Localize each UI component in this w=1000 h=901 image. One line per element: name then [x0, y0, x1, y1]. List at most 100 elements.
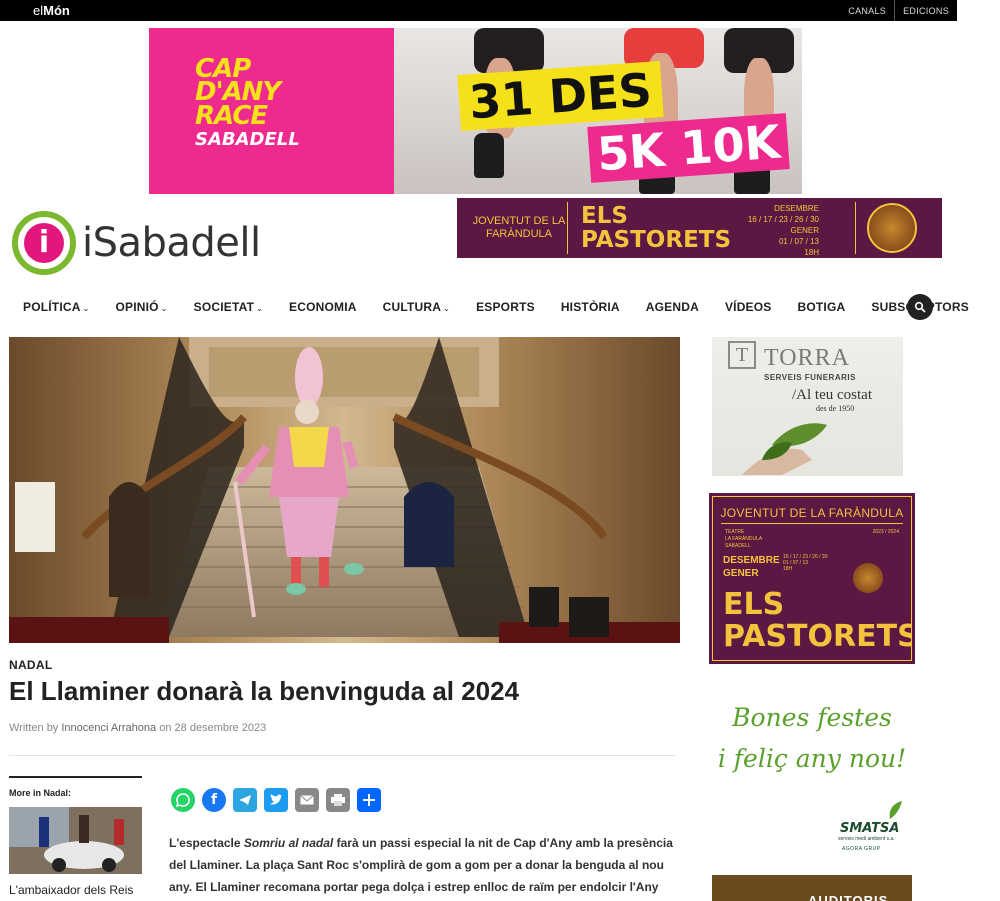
article-byline: Written by Innocenci Arrahona on 28 dese… — [9, 722, 266, 734]
article-headline: El Llaminer donarà la benvinguda al 2024 — [9, 676, 520, 706]
pastorets-dates: DESEMBRE 16 / 17 / 23 / 26 / 30 GENER 01… — [727, 203, 819, 258]
logo-circle: i — [12, 211, 76, 275]
brand-prefix: el — [33, 3, 44, 18]
farandula-emblem-icon — [867, 203, 917, 253]
pastorets-title: ELS PASTORETS — [581, 204, 731, 252]
nav-label: OPINIÓ — [115, 300, 159, 314]
site-logo[interactable]: i iSabadell — [12, 211, 261, 275]
search-icon — [914, 301, 926, 313]
pastorets2-org: JOVENTUT DE LA FARÀNDULA — [720, 506, 904, 520]
days-hour: 18H — [783, 566, 793, 572]
elmon-logo[interactable]: elMón — [33, 3, 70, 18]
smatsa-greeting-line2: i feliç any nou! — [717, 744, 907, 773]
smatsa-logo: SMATSA — [840, 821, 900, 836]
site-name: iSabadell — [82, 220, 261, 266]
dates-line1: DESEMBRE — [774, 204, 819, 213]
related-article-title[interactable]: L'ambaixador dels Reis — [9, 883, 142, 898]
chevron-down-icon: ⌄ — [160, 304, 168, 313]
nav-item-politica[interactable]: POLÍTICA ⌄ — [23, 300, 90, 314]
related-article-thumbnail[interactable] — [9, 807, 142, 874]
nav-label: POLÍTICA — [23, 300, 81, 314]
twitter-icon[interactable] — [264, 788, 288, 812]
hero-illustration — [9, 337, 680, 643]
thumbnail-illustration — [9, 807, 142, 874]
race-logo-line3: RACE — [195, 100, 268, 131]
race-logo-line4: SABADELL — [195, 129, 300, 151]
chevron-down-icon: ⌄ — [256, 304, 264, 313]
pastorets-banner-ad[interactable]: JOVENTUT DE LA FARÀNDULA ELS PASTORETS D… — [457, 198, 942, 258]
pastorets-title-line2: PASTORETS — [581, 227, 732, 253]
top-link-canals[interactable]: CANALS — [840, 0, 894, 21]
race-banner-ad[interactable]: CAP D'ANY RACE SABADELL 31 DES 5K 10K — [149, 28, 802, 194]
byline-on: on — [159, 722, 172, 734]
torra-name: TORRA — [764, 345, 850, 371]
divider — [9, 755, 676, 756]
body-italic: Somriu al nadal — [243, 836, 334, 850]
hand-leaf-illustration — [742, 423, 827, 475]
smatsa-ad[interactable]: Bones festes i feliç any nou! SMATSA ser… — [712, 673, 912, 863]
dates-line3: GENER — [790, 226, 819, 235]
torra-sub: SERVEIS FUNERARIS — [764, 373, 856, 382]
race-logo: CAP D'ANY RACE SABADELL — [195, 56, 300, 151]
logo-letter: i — [24, 223, 64, 263]
print-icon[interactable] — [326, 788, 350, 812]
whatsapp-icon[interactable] — [171, 788, 195, 812]
torra-ad[interactable]: T TORRA SERVEIS FUNERARIS /Al teu costat… — [712, 337, 903, 476]
search-button[interactable] — [907, 294, 933, 320]
venue-line1: TEATRE — [725, 529, 745, 535]
nav-item-esports[interactable]: ESPORTS — [476, 300, 535, 314]
dates-line2: 16 / 17 / 23 / 26 / 30 — [747, 215, 819, 224]
nav-item-videos[interactable]: VÍDEOS — [725, 300, 772, 314]
nav-label: CULTURA — [382, 300, 442, 314]
divider — [721, 523, 903, 524]
nav-item-economia[interactable]: ECONOMIA — [289, 300, 357, 314]
top-links: CANALS EDICIONS — [840, 0, 957, 21]
torra-slogan: /Al teu costat — [792, 387, 872, 403]
more-in-section: More in Nadal: L'ambaixador dels Reis — [9, 776, 142, 898]
brand-bold: Món — [43, 3, 70, 18]
nav-item-botiga[interactable]: BOTIGA — [798, 300, 846, 314]
article-category[interactable]: NADAL — [9, 658, 53, 672]
pastorets2-title-line2: PASTORETS — [723, 619, 912, 654]
pastorets2-title-line1: ELS — [723, 587, 785, 622]
pastorets-org: JOVENTUT DE LA FARÀNDULA — [472, 215, 566, 240]
dates-line5: 18H — [804, 248, 819, 257]
dates-line4: 01 / 07 / 13 — [778, 237, 819, 246]
smatsa-sub1: serveis medi ambient s.a. — [838, 836, 895, 842]
auditoris-ad[interactable]: AUDITORIS — [712, 875, 912, 901]
smatsa-sub2: AGORA GRUP — [842, 846, 881, 852]
nav-label: VÍDEOS — [724, 300, 772, 314]
pastorets-sidebar-ad[interactable]: JOVENTUT DE LA FARÀNDULA TEATRE LA FARÀN… — [709, 493, 915, 664]
email-icon[interactable] — [295, 788, 319, 812]
facebook-icon[interactable]: f — [202, 788, 226, 812]
nav-item-cultura[interactable]: CULTURA ⌄ — [383, 300, 450, 314]
top-link-edicions[interactable]: EDICIONS — [894, 0, 957, 21]
banner-divider — [855, 202, 856, 254]
nav-label: ECONOMIA — [289, 300, 357, 314]
nav-item-opinio[interactable]: OPINIÓ ⌄ — [116, 300, 168, 314]
share-icon[interactable] — [357, 788, 381, 812]
chevron-down-icon: ⌄ — [443, 304, 451, 313]
hero-image[interactable] — [9, 337, 680, 643]
top-bar: elMón CANALS EDICIONS — [0, 0, 957, 21]
nav-item-agenda[interactable]: AGENDA — [646, 300, 699, 314]
telegram-icon[interactable] — [233, 788, 257, 812]
pastorets2-year: 2023 / 2024 — [872, 529, 899, 535]
nav-item-societat[interactable]: SOCIETAT ⌄ — [194, 300, 263, 314]
share-bar: f — [171, 788, 388, 812]
pastorets2-title: ELS PASTORETS — [723, 587, 912, 654]
nav-label: HISTÒRIA — [560, 300, 620, 314]
nav-label: AGENDA — [645, 300, 699, 314]
body-prefix: L'espectacle — [169, 836, 244, 850]
nav-label: ESPORTS — [476, 300, 535, 314]
pastorets2-venue: TEATRE LA FARÀNDULA SABADELL — [725, 529, 762, 550]
byline-written: Written by — [9, 722, 59, 734]
byline-date: 28 desembre 2023 — [174, 722, 267, 734]
chevron-down-icon: ⌄ — [82, 304, 90, 313]
main-nav: POLÍTICA ⌄ OPINIÓ ⌄ SOCIETAT ⌄ ECONOMIA CUL… — [10, 293, 969, 321]
nav-item-historia[interactable]: HISTÒRIA — [561, 300, 620, 314]
venue-line2: LA FARÀNDULA — [725, 536, 763, 542]
smatsa-leaf-icon — [889, 801, 902, 819]
byline-author[interactable]: Innocenci Arrahona — [61, 722, 156, 734]
banner-divider — [567, 202, 568, 254]
